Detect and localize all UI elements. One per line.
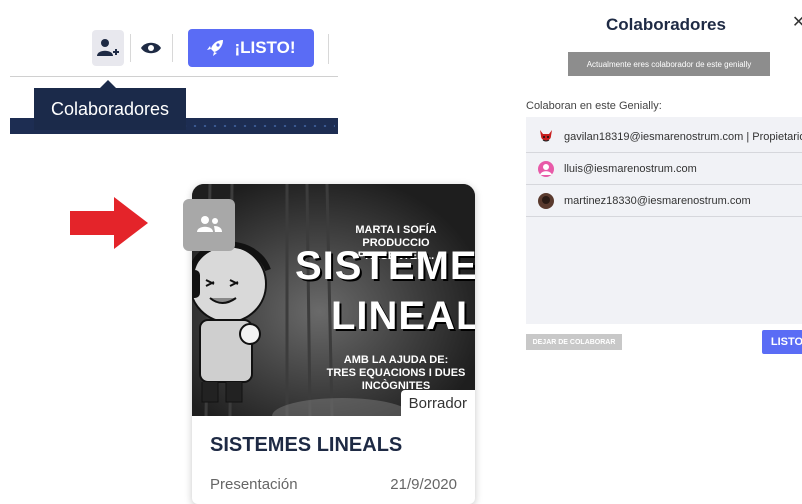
toolbar-divider	[130, 34, 131, 62]
list-item: martinez18330@iesmarenostrum.com	[526, 185, 802, 217]
people-icon	[197, 216, 222, 232]
dialog-title: Colaboradores	[606, 15, 726, 34]
toolbar-divider	[172, 34, 173, 62]
preview-button[interactable]	[136, 32, 166, 64]
collaborator-email: martinez18330@iesmarenostrum.com	[564, 194, 751, 207]
rocket-icon	[207, 40, 224, 56]
collaborators-tooltip: Colaboradores	[34, 80, 186, 130]
collaborator-email: gavilan18319@iesmarenostrum.com | Propie…	[564, 130, 802, 143]
close-icon[interactable]: ✕	[792, 12, 802, 31]
collaborator-email: lluis@iesmarenostrum.com	[564, 162, 697, 175]
toolbar-divider	[328, 34, 329, 64]
toolbar-bottom-border	[10, 76, 338, 77]
pink-person-avatar-icon	[538, 160, 554, 177]
shared-badge	[183, 199, 235, 251]
collaborator-notice: Actualmente eres colaborador de este gen…	[568, 52, 770, 76]
collaborators-dialog: Colaboradores ✕ Actualmente eres colabor…	[516, 0, 802, 504]
dialog-done-button[interactable]: LISTO	[762, 330, 802, 354]
card-type: Presentación	[210, 476, 298, 493]
eye-icon	[141, 42, 161, 54]
thumbnail-title-line2: LINEALS	[331, 294, 475, 338]
red-arrow-icon	[70, 197, 148, 249]
photo-avatar-icon	[538, 192, 554, 209]
add-person-icon	[97, 39, 119, 56]
card-title[interactable]: SISTEMES LINEALS	[210, 434, 402, 457]
done-button-label: ¡LISTO!	[234, 38, 296, 57]
thumbnail-subtitle: AMB LA AJUDA DE: TRES EQUACIONS I DUES I…	[326, 354, 466, 392]
collaborators-list: gavilan18319@iesmarenostrum.com | Propie…	[526, 117, 802, 324]
done-button[interactable]: ¡LISTO!	[188, 29, 314, 67]
draft-badge: Borrador	[400, 390, 475, 416]
card-date: 21/9/2020	[390, 476, 457, 493]
collaborators-button[interactable]	[92, 30, 124, 66]
collaborators-list-label: Colaboran en este Genially:	[526, 100, 662, 112]
list-item: lluis@iesmarenostrum.com	[526, 153, 802, 185]
editor-toolbar-crop: ¡LISTO! Colaboradores	[10, 10, 340, 134]
list-item: gavilan18319@iesmarenostrum.com | Propie…	[526, 121, 802, 153]
devil-avatar-icon	[540, 129, 552, 141]
thumbnail-title-line1: SISTEMES	[295, 244, 475, 288]
leave-collaboration-button[interactable]: DEJAR DE COLABORAR	[526, 334, 622, 350]
